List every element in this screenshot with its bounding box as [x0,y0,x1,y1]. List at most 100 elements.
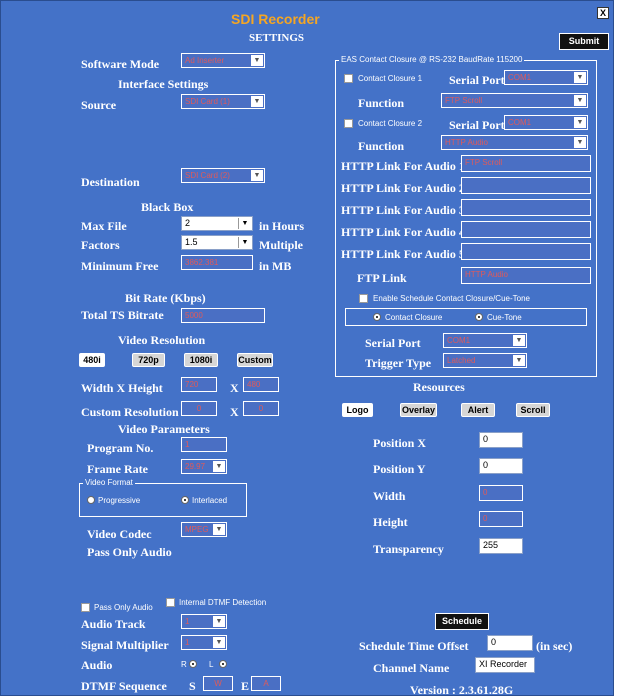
cc1-serial-port-select[interactable]: COM1 ▼ [504,70,588,85]
dtmf-e-field[interactable]: A [251,676,281,691]
internal-dtmf-label: Internal DTMF Detection [179,598,267,607]
internal-dtmf-checkbox[interactable] [166,598,175,607]
interlaced-label: Interlaced [192,496,228,505]
cue-tone-radio[interactable] [475,313,483,321]
dtmf-s-field[interactable]: W [203,676,233,691]
audio-r-radio[interactable] [189,660,197,668]
contact-closure-2-label: Contact Closure 2 [358,119,423,128]
close-icon[interactable]: X [597,7,609,19]
chevron-down-icon: ▼ [251,170,263,181]
progressive-radio[interactable] [87,496,95,504]
black-box-heading: Black Box [141,200,194,214]
total-ts-bitrate-field[interactable]: 5000 [181,308,265,323]
max-file-select[interactable]: 2 ▼ [181,216,253,231]
transparency-label: Transparency [373,542,444,556]
pass-only-audio-label: Pass Only Audio [94,603,153,612]
factors-unit: Multiple [259,238,303,252]
factors-label: Factors [81,238,120,252]
channel-name-field[interactable]: XI Recorder [475,657,535,673]
minimum-free-unit: in MB [259,259,292,273]
http-link-1-label: HTTP Link For Audio 1 [341,159,465,173]
settings-heading: SETTINGS [249,32,305,44]
contact-closure-1-label: Contact Closure 1 [358,74,423,83]
alert-button[interactable]: Alert [461,403,495,417]
res-720p-button[interactable]: 720p [132,353,165,367]
http-link-3-field[interactable] [461,199,591,216]
enable-schedule-checkbox[interactable] [359,294,368,303]
cc1-function-label: Function [358,96,405,110]
schedule-time-offset-field[interactable]: 0 [487,635,533,651]
frame-rate-label: Frame Rate [87,462,148,476]
cc2-function-label: Function [358,139,405,153]
software-mode-select[interactable]: Ad Inserter ▼ [181,53,265,68]
program-no-field[interactable]: 1 [181,437,227,452]
chevron-down-icon: ▼ [213,461,225,472]
cc2-function-select[interactable]: HTTP Audio ▼ [441,135,588,150]
http-link-5-field[interactable] [461,243,591,260]
video-codec-select[interactable]: MPEG ▼ [181,522,227,537]
overlay-button[interactable]: Overlay [400,403,437,417]
x-separator: X [230,381,239,395]
interlaced-radio[interactable] [181,496,189,504]
res-custom-button[interactable]: Custom [237,353,273,367]
pass-only-audio-heading: Pass Only Audio [87,545,172,559]
frame-rate-select[interactable]: 29.97 ▼ [181,459,227,474]
audio-label: Audio [81,658,113,672]
res-height-field: 0 [479,511,523,527]
contact-closure-1-checkbox[interactable] [344,74,353,83]
schedule-time-offset-label: Schedule Time Offset [359,639,469,653]
res-480i-button[interactable]: 480i [79,353,105,367]
chevron-down-icon: ▼ [513,335,525,346]
http-link-4-field[interactable] [461,221,591,238]
schedule-serial-port-select[interactable]: COM1 ▼ [443,333,527,348]
http-link-1-field[interactable]: FTP Scroll [461,155,591,172]
destination-select[interactable]: SDI Card (2) ▼ [181,168,265,183]
minimum-free-label: Minimum Free [81,259,159,273]
cc1-function-select[interactable]: FTP Scroll ▼ [441,93,588,108]
factors-select[interactable]: 1.5 ▼ [181,235,253,250]
video-codec-label: Video Codec [87,527,152,541]
custom-height-field[interactable]: 0 [243,401,279,416]
time-offset-unit: (in sec) [536,639,573,653]
position-y-field[interactable]: 0 [479,458,523,474]
schedule-button[interactable]: Schedule [435,613,489,630]
trigger-type-select[interactable]: Latched ▼ [443,353,527,368]
contact-closure-radio[interactable] [373,313,381,321]
submit-button[interactable]: Submit [559,33,609,50]
custom-width-field[interactable]: 0 [181,401,217,416]
dtmf-sequence-label: DTMF Sequence [81,679,167,693]
contact-closure-radio-label: Contact Closure [385,313,443,322]
transparency-field[interactable]: 255 [479,538,523,554]
height-label: Height [373,515,408,529]
pass-only-audio-checkbox[interactable] [81,603,90,612]
dtmf-e-label: E [241,679,250,693]
cc2-serial-port-select[interactable]: COM1 ▼ [504,115,588,130]
interface-settings-heading: Interface Settings [118,77,209,91]
position-x-field[interactable]: 0 [479,432,523,448]
program-no-label: Program No. [87,441,154,455]
logo-button[interactable]: Logo [342,403,373,417]
chevron-down-icon: ▼ [574,137,586,148]
trigger-type-label: Trigger Type [365,356,432,370]
width-label: Width [373,489,406,503]
chevron-down-icon: ▼ [251,96,263,107]
software-mode-label: Software Mode [81,57,160,71]
http-link-3-label: HTTP Link For Audio 3 [341,203,465,217]
audio-l-radio[interactable] [219,660,227,668]
enable-schedule-label: Enable Schedule Contact Closure/Cue-Tone [373,294,530,303]
contact-closure-2-checkbox[interactable] [344,119,353,128]
res-1080i-button[interactable]: 1080i [184,353,218,367]
chevron-down-icon: ▼ [213,524,225,535]
audio-track-select[interactable]: 1 ▼ [181,614,227,629]
audio-r-label: R [181,660,187,669]
scroll-button[interactable]: Scroll [516,403,550,417]
http-link-2-field[interactable] [461,177,591,194]
source-select[interactable]: SDI Card (1) ▼ [181,94,265,109]
ftp-link-label: FTP Link [357,271,407,285]
signal-multiplier-select[interactable]: 1 ▼ [181,635,227,650]
width-field[interactable]: 720 [181,377,217,392]
chevron-down-icon: ▼ [574,117,586,128]
dtmf-s-label: S [189,679,196,693]
ftp-link-field[interactable]: HTTP Audio [461,267,591,284]
height-field[interactable]: 480 [243,377,279,392]
